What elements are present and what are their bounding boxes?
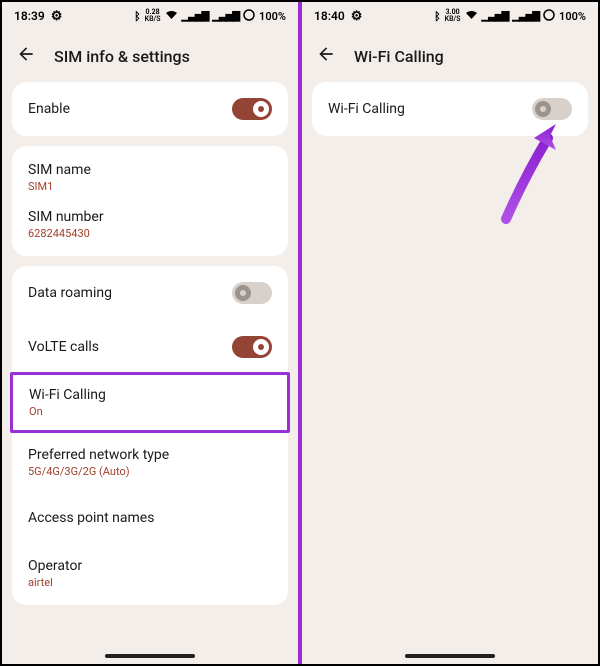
signal-icon-2: ▁▃▅▇: [212, 11, 239, 22]
status-bar: 18:40 ⚙ ᛒ 3.00 KB/S ▁▃▅▇ ▁▃▅▇ 100%: [302, 2, 598, 30]
wifi-icon: [465, 10, 478, 23]
back-icon[interactable]: [316, 44, 336, 68]
sim-number-value: 6282445430: [28, 227, 104, 240]
wifi-calling-toggle[interactable]: [532, 98, 572, 120]
battery-icon: [543, 9, 555, 24]
operator-label: Operator: [28, 558, 82, 574]
bluetooth-icon: ᛒ: [134, 10, 141, 23]
network-type-label: Preferred network type: [28, 447, 169, 463]
sim-name-value: SIM1: [28, 180, 91, 193]
network-type-row[interactable]: Preferred network type 5G/4G/3G/2G (Auto…: [12, 431, 288, 494]
wifi-calling-row[interactable]: Wi-Fi Calling On: [13, 375, 287, 430]
page-header: SIM info & settings: [2, 30, 298, 82]
settings-content: Wi-Fi Calling: [302, 82, 598, 664]
battery-percent: 100%: [559, 10, 586, 23]
wifi-calling-label: Wi-Fi Calling: [29, 387, 106, 403]
enable-row[interactable]: Enable: [12, 82, 288, 136]
settings-content: Enable SIM name SIM1 SIM number 62824454…: [2, 82, 298, 664]
sim-name-row[interactable]: SIM name SIM1: [12, 146, 288, 199]
operator-value: airtel: [28, 576, 82, 589]
volte-label: VoLTE calls: [28, 339, 99, 355]
wifi-calling-toggle-row[interactable]: Wi-Fi Calling: [312, 82, 588, 136]
home-indicator[interactable]: [405, 654, 495, 658]
data-roaming-row[interactable]: Data roaming: [12, 266, 288, 320]
sim-name-label: SIM name: [28, 162, 91, 178]
wifi-calling-label: Wi-Fi Calling: [328, 101, 405, 117]
gear-icon: ⚙: [351, 9, 363, 24]
page-title: Wi-Fi Calling: [354, 47, 444, 66]
signal-icon: ▁▃▅▇: [482, 11, 509, 22]
screenshot-sim-settings: 18:39 ⚙ ᛒ 0.28 KB/S ▁▃▅▇ ▁▃▅▇ 100% SIM i…: [2, 2, 300, 664]
sim-number-row[interactable]: SIM number 6282445430: [12, 199, 288, 256]
status-bar: 18:39 ⚙ ᛒ 0.28 KB/S ▁▃▅▇ ▁▃▅▇ 100%: [2, 2, 298, 30]
wifi-icon: [165, 10, 178, 23]
data-roaming-toggle[interactable]: [232, 282, 272, 304]
page-header: Wi-Fi Calling: [302, 30, 598, 82]
wifi-calling-status: On: [29, 405, 106, 418]
apn-row[interactable]: Access point names: [12, 494, 288, 542]
battery-percent: 100%: [259, 10, 286, 23]
network-speed: 0.28 KB/S: [145, 9, 161, 23]
home-indicator[interactable]: [105, 654, 195, 658]
network-speed: 3.00 KB/S: [445, 9, 461, 23]
page-title: SIM info & settings: [54, 47, 190, 66]
battery-icon: [243, 9, 255, 24]
bluetooth-icon: ᛒ: [434, 10, 441, 23]
data-roaming-label: Data roaming: [28, 285, 112, 301]
screenshot-wifi-calling: 18:40 ⚙ ᛒ 3.00 KB/S ▁▃▅▇ ▁▃▅▇ 100% Wi-Fi…: [300, 2, 598, 664]
enable-toggle[interactable]: [232, 98, 272, 120]
network-type-value: 5G/4G/3G/2G (Auto): [28, 465, 169, 478]
volte-toggle[interactable]: [232, 336, 272, 358]
operator-row[interactable]: Operator airtel: [12, 542, 288, 605]
back-icon[interactable]: [16, 44, 36, 68]
apn-label: Access point names: [28, 510, 154, 526]
signal-icon: ▁▃▅▇: [182, 11, 209, 22]
enable-label: Enable: [28, 101, 70, 117]
status-time: 18:39: [14, 9, 45, 23]
sim-number-label: SIM number: [28, 209, 104, 225]
gear-icon: ⚙: [51, 9, 63, 24]
status-time: 18:40: [314, 9, 345, 23]
volte-row[interactable]: VoLTE calls: [12, 320, 288, 374]
signal-icon-2: ▁▃▅▇: [512, 11, 539, 22]
